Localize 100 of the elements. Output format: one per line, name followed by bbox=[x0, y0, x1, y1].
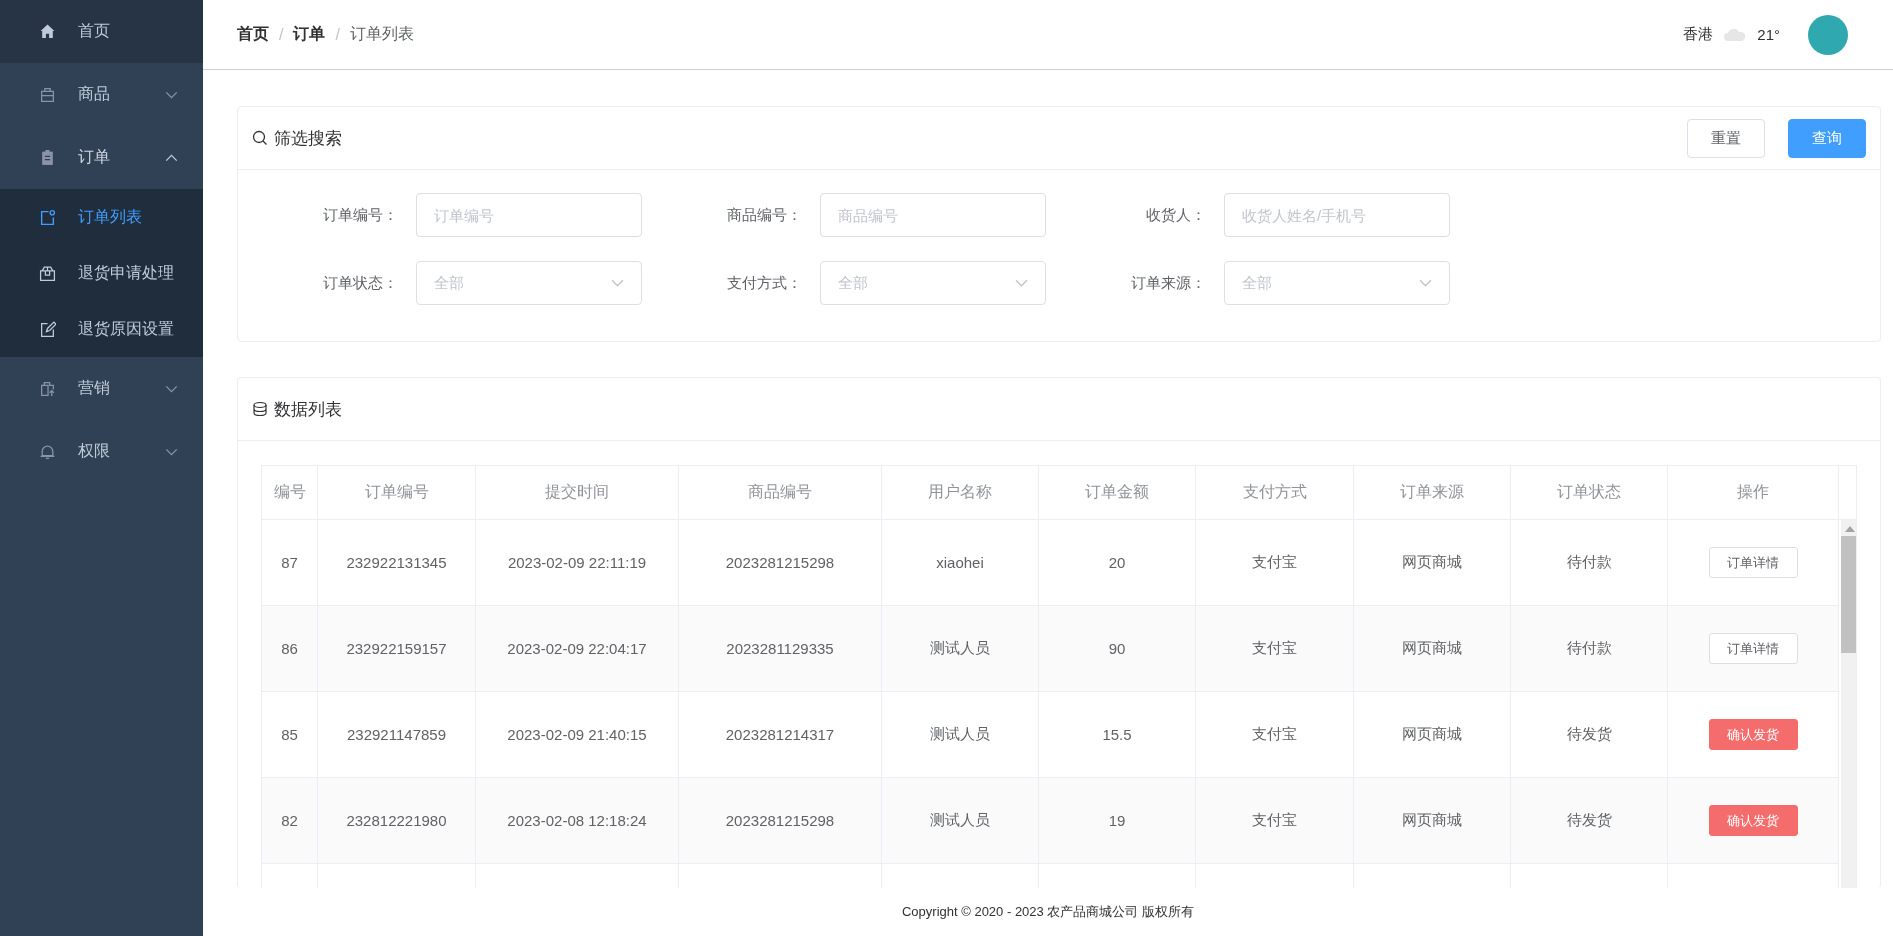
chevron-down-icon bbox=[611, 279, 624, 287]
menu-item[interactable]: 权限 bbox=[0, 420, 203, 483]
menu-item[interactable]: 订单 bbox=[0, 126, 203, 189]
chevron-down-icon bbox=[1419, 279, 1432, 287]
menu-item[interactable]: 首页 bbox=[0, 0, 203, 63]
table-cell: 2023281215298 bbox=[679, 778, 882, 863]
bag-icon bbox=[39, 380, 56, 397]
column-header: 操作 bbox=[1668, 466, 1839, 519]
chevron-up-icon bbox=[165, 153, 178, 162]
avatar[interactable] bbox=[1808, 14, 1848, 55]
table-cell: 测试人员 bbox=[882, 692, 1039, 777]
table-cell: 支付宝 bbox=[1196, 778, 1354, 863]
breadcrumb-separator: / bbox=[279, 25, 284, 44]
column-header: 商品编号 bbox=[679, 466, 882, 519]
submenu-item[interactable]: 退货原因设置 bbox=[0, 301, 203, 357]
table-cell: 网页商城 bbox=[1354, 606, 1511, 691]
table-cell: 网页商城 bbox=[1354, 692, 1511, 777]
column-header: 订单来源 bbox=[1354, 466, 1511, 519]
column-header: 订单金额 bbox=[1039, 466, 1196, 519]
column-header: 提交时间 bbox=[476, 466, 679, 519]
home-icon bbox=[39, 23, 56, 40]
table-cell: 2023281129335 bbox=[679, 606, 882, 691]
box-icon bbox=[39, 264, 56, 282]
temperature: 21° bbox=[1757, 26, 1780, 43]
scroll-up-icon[interactable] bbox=[1844, 526, 1855, 532]
reset-button[interactable]: 重置 bbox=[1687, 118, 1765, 158]
table-cell: 19 bbox=[1039, 778, 1196, 863]
submenu-label: 退货申请处理 bbox=[78, 262, 174, 283]
column-header: 编号 bbox=[262, 466, 318, 519]
field-label: 订单编号： bbox=[322, 205, 399, 225]
column-header: 用户名称 bbox=[882, 466, 1039, 519]
bag-icon bbox=[39, 86, 56, 103]
input-field[interactable]: 收货人姓名/手机号 bbox=[1224, 193, 1450, 237]
copyright-text: Copyright © 2020 - 2023 农产品商城公司 版权所有 bbox=[900, 903, 1196, 921]
menu-label: 营销 bbox=[78, 378, 111, 398]
column-header: 订单状态 bbox=[1511, 466, 1668, 519]
clipboard-icon bbox=[39, 149, 56, 166]
menu-item[interactable]: 营销 bbox=[0, 357, 203, 420]
table-cell: 232922159157 bbox=[318, 606, 476, 691]
table-cell: 待付款 bbox=[1511, 606, 1668, 691]
submenu-item[interactable]: 退货申请处理 bbox=[0, 245, 203, 301]
table-cell: 86 bbox=[262, 606, 318, 691]
edit-icon bbox=[39, 320, 56, 338]
table-cell: 232922131345 bbox=[318, 520, 476, 605]
chevron-down-icon bbox=[165, 447, 178, 456]
card-title: 数据列表 bbox=[274, 398, 343, 421]
table-cell: 2023-02-08 12:18:24 bbox=[476, 778, 679, 863]
table-cell: 测试人员 bbox=[882, 778, 1039, 863]
field-label: 商品编号： bbox=[726, 205, 803, 225]
column-header: 订单编号 bbox=[318, 466, 476, 519]
column-header: 支付方式 bbox=[1196, 466, 1354, 519]
table-cell: 支付宝 bbox=[1196, 606, 1354, 691]
input-field[interactable]: 订单编号 bbox=[416, 193, 642, 237]
menu-label: 商品 bbox=[78, 84, 111, 104]
chevron-down-icon bbox=[165, 90, 178, 99]
table-cell: 支付宝 bbox=[1196, 520, 1354, 605]
bell-icon bbox=[39, 443, 56, 460]
table-cell: 待付款 bbox=[1511, 520, 1668, 605]
table-cell: 87 bbox=[262, 520, 318, 605]
field-label: 订单状态： bbox=[322, 273, 399, 293]
submenu-label: 订单列表 bbox=[78, 206, 142, 227]
search-icon bbox=[252, 130, 268, 146]
cloud-icon bbox=[1723, 27, 1748, 42]
table-cell: 2023-02-09 22:04:17 bbox=[476, 606, 679, 691]
table-cell: 2023281215298 bbox=[679, 520, 882, 605]
menu-label: 首页 bbox=[78, 21, 111, 41]
menu-item[interactable]: 商品 bbox=[0, 63, 203, 126]
table-cell: 20 bbox=[1039, 520, 1196, 605]
table-cell: xiaohei bbox=[882, 520, 1039, 605]
breadcrumb-link[interactable]: 订单 bbox=[293, 24, 326, 45]
order-details-button[interactable]: 订单详情 bbox=[1708, 633, 1798, 664]
table-cell: 待发货 bbox=[1511, 692, 1668, 777]
table-cell: 85 bbox=[262, 692, 318, 777]
order-details-button[interactable]: 订单详情 bbox=[1708, 547, 1798, 578]
table-cell: 网页商城 bbox=[1354, 520, 1511, 605]
field-label: 收货人： bbox=[1145, 205, 1207, 225]
scrollbar[interactable] bbox=[1841, 520, 1856, 888]
menu-label: 权限 bbox=[78, 441, 111, 461]
table-cell: 90 bbox=[1039, 606, 1196, 691]
field-label: 支付方式： bbox=[726, 273, 803, 293]
field-label: 订单来源： bbox=[1130, 273, 1207, 293]
table-cell: 232812221980 bbox=[318, 778, 476, 863]
table-cell: 待发货 bbox=[1511, 778, 1668, 863]
table-cell: 支付宝 bbox=[1196, 692, 1354, 777]
table-cell: 2023-02-09 21:40:15 bbox=[476, 692, 679, 777]
submenu-item[interactable]: 订单列表 bbox=[0, 189, 203, 245]
input-field[interactable]: 商品编号 bbox=[820, 193, 1046, 237]
table-cell: 82 bbox=[262, 778, 318, 863]
table-cell: 15.5 bbox=[1039, 692, 1196, 777]
table-cell: 232921147859 bbox=[318, 692, 476, 777]
breadcrumb-separator: / bbox=[335, 25, 340, 44]
city-name: 香港 bbox=[1683, 25, 1714, 44]
chevron-down-icon bbox=[165, 384, 178, 393]
menu-label: 订单 bbox=[78, 147, 111, 167]
table-cell: 2023281214317 bbox=[679, 692, 882, 777]
table-cell: 测试人员 bbox=[882, 606, 1039, 691]
chevron-down-icon bbox=[1015, 279, 1028, 287]
submenu-label: 退货原因设置 bbox=[78, 318, 174, 339]
card-title: 筛选搜索 bbox=[274, 127, 343, 150]
breadcrumb-link[interactable]: 首页 bbox=[237, 24, 269, 45]
